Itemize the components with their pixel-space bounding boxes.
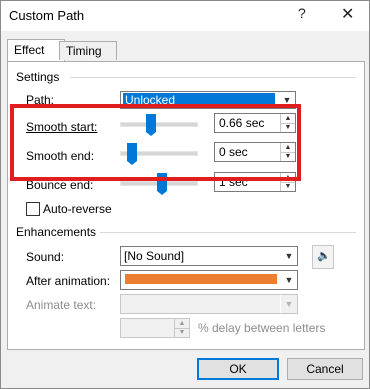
tab-effect[interactable]: Effect (7, 39, 65, 62)
sound-dropdown-value: [No Sound] (124, 249, 185, 263)
enhancements-divider (100, 232, 356, 233)
after-animation-dropdown[interactable]: ▼ (120, 270, 298, 290)
ok-button[interactable]: OK (197, 358, 279, 380)
tab-timing[interactable]: Timing (59, 41, 117, 60)
enhancements-group-label: Enhancements (16, 225, 97, 239)
custom-path-dialog: Custom Path ? ✕ Effect Timing Settings P… (0, 0, 370, 389)
speaker-icon: 🔈 (317, 250, 331, 262)
sound-settings-button[interactable]: 🔈 (312, 245, 334, 269)
spin-down-icon[interactable]: ▼ (281, 182, 295, 191)
chevron-down-icon: ▼ (280, 295, 297, 313)
dialog-title: Custom Path (9, 8, 85, 23)
animate-text-label: Animate text: (26, 298, 97, 312)
delay-suffix-label: % delay between letters (198, 321, 326, 335)
delay-spin-buttons: ▲ ▼ (174, 319, 189, 337)
chevron-down-icon: ▼ (280, 271, 297, 289)
after-animation-label: After animation: (26, 274, 111, 288)
cancel-button[interactable]: Cancel (287, 358, 363, 380)
title-bar: Custom Path ? ✕ (1, 1, 369, 31)
after-animation-color-swatch (125, 274, 277, 284)
settings-group-label: Settings (16, 70, 60, 84)
animate-text-dropdown[interactable]: ▼ (120, 294, 298, 314)
chevron-down-icon: ▼ (280, 247, 297, 265)
help-icon[interactable]: ? (298, 5, 306, 21)
sound-dropdown[interactable]: [No Sound] ▼ (120, 246, 298, 266)
annotation-highlight-box (10, 104, 301, 181)
close-icon[interactable]: ✕ (341, 4, 354, 24)
auto-reverse-checkbox[interactable] (26, 202, 40, 216)
sound-label: Sound: (26, 250, 65, 264)
auto-reverse-label[interactable]: Auto-reverse (43, 202, 112, 216)
spin-down-icon[interactable]: ▼ (175, 328, 189, 337)
delay-spinner[interactable]: ▲ ▼ (120, 318, 190, 338)
settings-divider (70, 77, 356, 78)
